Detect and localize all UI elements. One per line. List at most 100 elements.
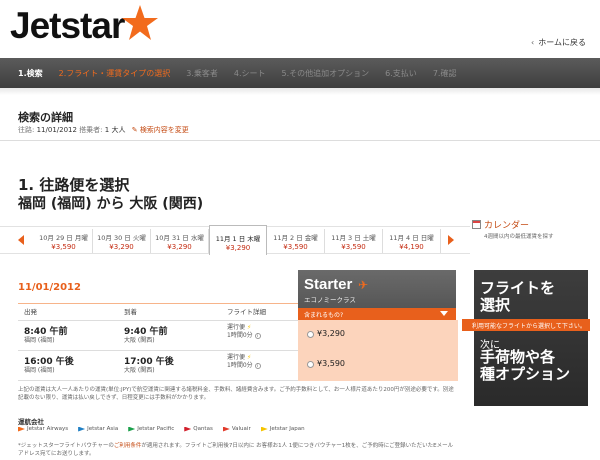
date-label: 往路: [18, 126, 35, 134]
carrier-item: Qantas [184, 426, 213, 432]
plane-icon: ✈ [358, 278, 369, 292]
col-depart: 出発 [24, 308, 37, 316]
info-icon: i [254, 332, 261, 339]
date-tab-date: 11月 1 日 木曜 [215, 235, 261, 243]
next-dates-arrow-icon[interactable] [448, 235, 454, 245]
leg-title: 1. 往路便を選択 [18, 176, 130, 194]
calendar-icon [472, 220, 481, 229]
date-tab-price: ¥3,590 [341, 243, 366, 251]
flights-date: 11/01/2012 [18, 282, 81, 293]
edit-search-label: 検索内容を変更 [139, 126, 189, 134]
logo-wordmark: Jetstar [10, 5, 125, 46]
route-title: 福岡 (福岡) から 大阪 (関西) [18, 196, 204, 212]
date-tab-date: 10月 31 日 水曜 [155, 234, 204, 242]
promo-line4: 種オプション [480, 366, 571, 383]
date-tab[interactable]: 11月 4 日 日曜 ¥4,190 [383, 229, 441, 253]
step-4: 4.シート [233, 68, 266, 78]
date-tab-price: ¥4,190 [399, 243, 424, 251]
calendar-label: カレンダー [484, 221, 530, 231]
next-step-promo: フライトを 選択 利用可能なフライトから選択して下さい。 次に 手荷物や各 種オプシ… [462, 270, 590, 406]
home-link[interactable]: ‹ ホームに戻る [531, 37, 586, 48]
flight-row: 8:40 午前 福岡 (福岡) 9:40 午前 大阪 (関西) 運行便 ⚡ 1時間0分 i… [18, 320, 458, 352]
arrive-place: 大阪 (関西) [124, 367, 155, 374]
promo-headline: フライトを 選択 [480, 280, 555, 314]
promo-band-text: 利用可能なフライトから選択して下さい。 [472, 323, 586, 330]
col-arrive: 到着 [124, 308, 137, 316]
chevron-down-icon [440, 311, 448, 316]
carrier-item: Jetstar Airways [18, 426, 68, 432]
carrier-item: Jetstar Asia [78, 426, 118, 432]
carrier-name: Qantas [193, 426, 213, 432]
bolt-icon: ⚡ [246, 324, 252, 331]
date-tab-price: ¥3,590 [283, 243, 308, 251]
step-3: 3.乗客者 [186, 68, 218, 78]
fare-includes-dropdown[interactable]: 含まれるもの? [298, 308, 456, 320]
date-tab-price: ¥3,590 [51, 243, 76, 251]
prev-dates-arrow-icon[interactable] [18, 235, 24, 245]
flight-detail[interactable]: 運行便 ⚡ 1時間0分 i [227, 324, 261, 340]
carrier-flag-icon [222, 426, 230, 432]
fare-radio[interactable] [307, 331, 314, 338]
promo-line3: 手荷物や各 [480, 349, 556, 366]
voucher-prefix: *ジェットスターフライトバウチャーの [18, 443, 114, 449]
calendar-link[interactable]: カレンダー 4週間以内の最低運賃を探す [472, 218, 592, 240]
carrier-item: Jetstar Pacific [128, 426, 174, 432]
fare-class: エコノミークラス [304, 296, 356, 304]
fare-name: Starter [304, 276, 353, 293]
operated-flight: 運行便 [227, 354, 246, 361]
carrier-flag-icon [128, 426, 136, 432]
carriers-list: Jetstar Airways Jetstar Asia Jetstar Pacif… [18, 426, 315, 432]
step-7: 7.確認 [432, 68, 457, 78]
carriers-title: 運航会社 [18, 418, 44, 426]
search-details-summary: 往路: 11/01/2012 搭乗者: 1 大人 ✎ 検索内容を変更 [18, 125, 189, 135]
fare-includes-label: 含まれるもの? [304, 312, 344, 319]
fare-type-header: Starter ✈ エコノミークラス 含まれるもの? [298, 270, 456, 320]
flight-row: 16:00 午後 福岡 (福岡) 17:00 午後 大阪 (関西) 運行便 ⚡ 1時間0分… [18, 350, 458, 382]
edit-search-link[interactable]: ✎ 検索内容を変更 [132, 126, 189, 134]
header-divider [18, 303, 298, 304]
step-5: 5.その他追加オプション [281, 68, 370, 78]
fare-price: ¥3,290 [317, 329, 345, 338]
fare-option[interactable]: ¥3,590 [298, 350, 458, 382]
progress-steps: 1.検索 2.フライト・運賃タイプの選択 3.乗客者 4.シート 5.その他追加オプショ… [0, 58, 600, 88]
carrier-name: Jetstar Airways [27, 426, 69, 432]
date-tab-date: 10月 30 日 火曜 [97, 234, 146, 242]
carrier-flag-icon [184, 426, 192, 432]
date-tab[interactable]: 10月 30 日 火曜 ¥3,290 [93, 229, 151, 253]
calendar-note: 4週間以内の最低運賃を探す [484, 234, 554, 240]
voucher-fine-print: *ジェットスターフライトバウチャーのご利用条件が適用されます。フライトご利用後7… [18, 442, 458, 458]
divider [0, 140, 600, 141]
date-tab[interactable]: 10月 29 日 月曜 ¥3,590 [35, 229, 93, 253]
date-tab-price: ¥3,290 [225, 244, 251, 252]
date-tab[interactable]: 11月 1 日 木曜 ¥3,290 [209, 225, 267, 255]
date-tab-price: ¥3,290 [167, 243, 192, 251]
flight-detail[interactable]: 運行便 ⚡ 1時間0分 i [227, 354, 261, 370]
operated-flight: 運行便 [227, 324, 246, 331]
voucher-terms-link[interactable]: ご利用条件 [114, 443, 142, 449]
date-tab[interactable]: 10月 31 日 水曜 ¥3,290 [151, 229, 209, 253]
arrive-place: 大阪 (関西) [124, 337, 155, 344]
promo-line1: フライトを [480, 280, 556, 297]
date-tab[interactable]: 11月 3 日 土曜 ¥3,590 [325, 229, 383, 253]
date-tab-date: 10月 29 日 月曜 [39, 234, 88, 242]
carrier-name: Jetstar Asia [87, 426, 119, 432]
fare-radio[interactable] [307, 361, 314, 368]
depart-place: 福岡 (福岡) [24, 337, 55, 344]
row-divider [18, 380, 298, 381]
fare-option[interactable]: ¥3,290 [298, 320, 458, 352]
jetstar-logo[interactable]: Jetstar [10, 5, 160, 46]
promo-options: 手荷物や各 種オプション [480, 349, 570, 383]
step-1: 1.検索 [18, 68, 43, 78]
fare-fine-print: 上記の運賃は大人一人あたりの運賃(単位:JPY)で航空運賃に関連する諸税料金、手… [18, 387, 454, 401]
pencil-icon: ✎ [131, 126, 138, 134]
fare-price: ¥3,590 [317, 359, 345, 368]
date-tab[interactable]: 11月 2 日 金曜 ¥3,590 [267, 229, 325, 253]
carrier-name: Valuair [231, 426, 251, 432]
depart-place: 福岡 (福岡) [24, 367, 55, 374]
stepbar-shadow [0, 88, 600, 95]
home-link-label: ホームに戻る [538, 38, 586, 47]
carrier-flag-icon [260, 426, 268, 432]
flight-duration: 1時間0分 [227, 362, 253, 369]
carrier-flag-icon [18, 426, 25, 432]
carrier-flag-icon [78, 426, 86, 432]
